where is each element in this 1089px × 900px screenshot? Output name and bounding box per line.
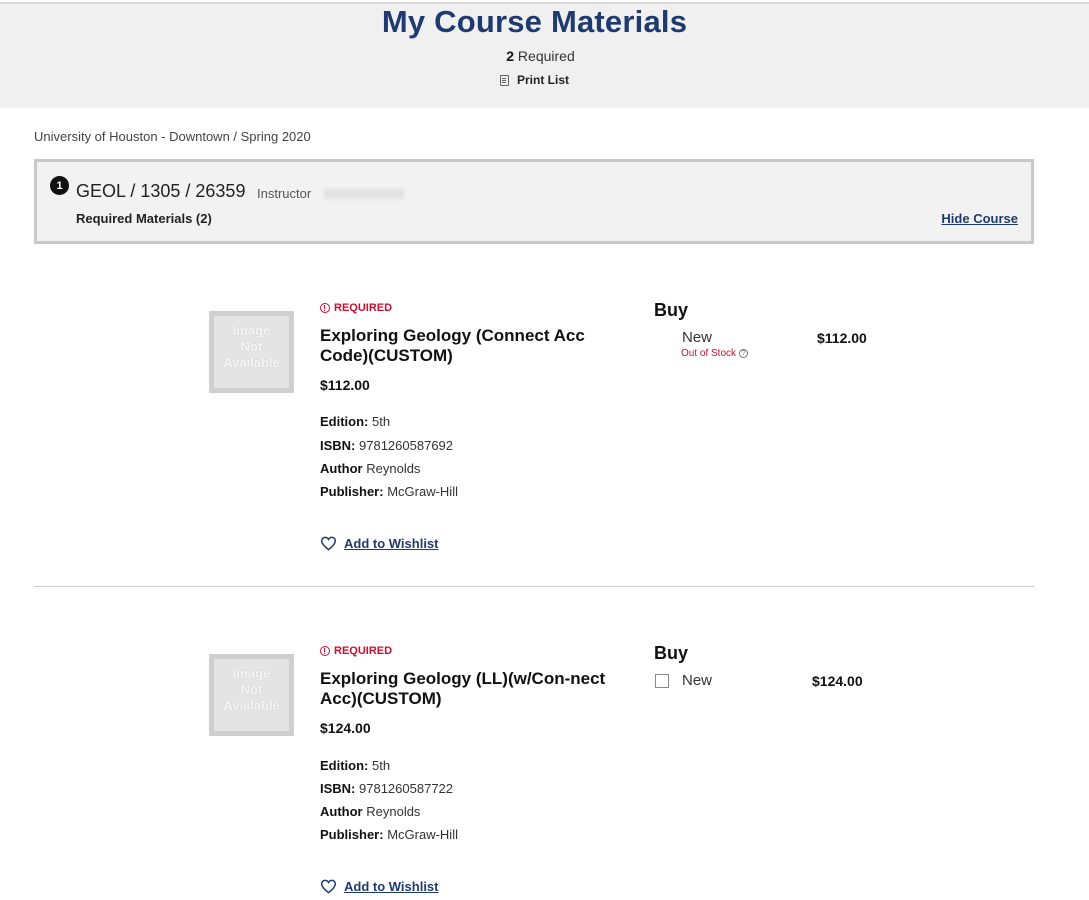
instructor-name-redacted <box>324 189 404 199</box>
option-price: $124.00 <box>812 673 863 689</box>
product-edition: Edition: 5th <box>320 758 390 773</box>
edition-value: 5th <box>372 414 391 429</box>
required-tag: REQUIRED <box>320 645 392 657</box>
product-image-placeholder: Image Not Available <box>209 654 294 736</box>
product-isbn: ISBN: 9781260587692 <box>320 438 453 453</box>
publisher-value: McGraw-Hill <box>387 827 458 842</box>
print-list-button[interactable]: Print List <box>500 72 569 88</box>
breadcrumb: University of Houston - Downtown / Sprin… <box>34 129 311 144</box>
product-author: Author Reynolds <box>320 461 420 476</box>
required-count-label: Required <box>517 48 575 64</box>
image-placeholder-line: Not <box>240 682 263 697</box>
course-panel: 1 GEOL / 1305 / 26359 Instructor Require… <box>34 159 1034 244</box>
isbn-label: ISBN: <box>320 438 356 453</box>
option-price: $112.00 <box>817 330 867 346</box>
product-edition: Edition: 5th <box>320 414 390 429</box>
product-price: $124.00 <box>320 720 371 736</box>
out-of-stock-notice: Out of Stock ? <box>681 348 749 359</box>
add-to-wishlist-link[interactable]: Add to Wishlist <box>320 536 439 551</box>
author-label: Author <box>320 804 363 819</box>
author-value: Reynolds <box>366 461 421 476</box>
author-value: Reynolds <box>366 804 421 819</box>
edition-value: 5th <box>372 758 391 773</box>
publisher-value: McGraw-Hill <box>387 484 458 499</box>
image-placeholder-line: Not <box>240 339 263 354</box>
image-placeholder-text: Image Not Available <box>209 666 294 714</box>
stock-label: Out of Stock <box>681 348 737 359</box>
heart-icon <box>320 879 337 894</box>
image-placeholder-text: Image Not Available <box>209 323 294 371</box>
condition-label: New <box>682 329 713 346</box>
image-placeholder-line: Available <box>223 355 280 370</box>
course-number-badge: 1 <box>50 176 69 195</box>
product-price: $112.00 <box>320 377 370 393</box>
image-placeholder-line: Image <box>232 323 271 338</box>
author-label: Author <box>320 461 363 476</box>
wishlist-label: Add to Wishlist <box>344 536 439 551</box>
required-tag: REQUIRED <box>320 302 392 314</box>
required-count: 2 Required <box>0 48 1081 64</box>
new-condition-checkbox[interactable] <box>655 674 669 688</box>
buy-heading: Buy <box>654 300 689 320</box>
required-count-number: 2 <box>506 48 515 64</box>
product-publisher: Publisher: McGraw-Hill <box>320 484 458 499</box>
product-divider <box>34 586 1034 587</box>
alert-circle-icon <box>320 646 330 656</box>
heart-icon <box>320 536 337 551</box>
publisher-label: Publisher: <box>320 484 384 499</box>
edition-label: Edition: <box>320 414 369 429</box>
buy-heading: Buy <box>654 643 689 663</box>
product-title: Exploring Geology (LL)(w/Con-nect Acc)(C… <box>320 669 606 708</box>
required-materials-heading: Required Materials (2) <box>76 211 212 226</box>
alert-circle-icon <box>320 303 330 313</box>
product-author: Author Reynolds <box>320 804 420 819</box>
wishlist-label: Add to Wishlist <box>344 879 439 894</box>
document-icon <box>500 74 509 86</box>
isbn-value: 9781260587692 <box>359 438 454 453</box>
product-image-placeholder: Image Not Available <box>209 311 294 393</box>
isbn-label: ISBN: <box>320 781 356 796</box>
image-placeholder-line: Available <box>223 698 280 713</box>
image-placeholder-line: Image <box>232 666 271 681</box>
required-tag-label: REQUIRED <box>334 645 393 657</box>
publisher-label: Publisher: <box>320 827 384 842</box>
page-title: My Course Materials <box>381 4 688 39</box>
product-isbn: ISBN: 9781260587722 <box>320 781 453 796</box>
add-to-wishlist-link[interactable]: Add to Wishlist <box>320 879 439 894</box>
required-tag-label: REQUIRED <box>334 302 393 314</box>
instructor-label: Instructor <box>257 186 312 201</box>
isbn-value: 9781260587722 <box>359 781 454 796</box>
question-circle-icon[interactable]: ? <box>739 349 749 358</box>
edition-label: Edition: <box>320 758 369 773</box>
product-title: Exploring Geology (Connect Acc Code)(CUS… <box>320 326 585 365</box>
product-publisher: Publisher: McGraw-Hill <box>320 827 458 842</box>
condition-label: New <box>682 672 713 689</box>
course-code: GEOL / 1305 / 26359 <box>76 181 246 201</box>
print-list-label: Print List <box>517 73 570 87</box>
hide-course-link[interactable]: Hide Course <box>941 211 1018 226</box>
